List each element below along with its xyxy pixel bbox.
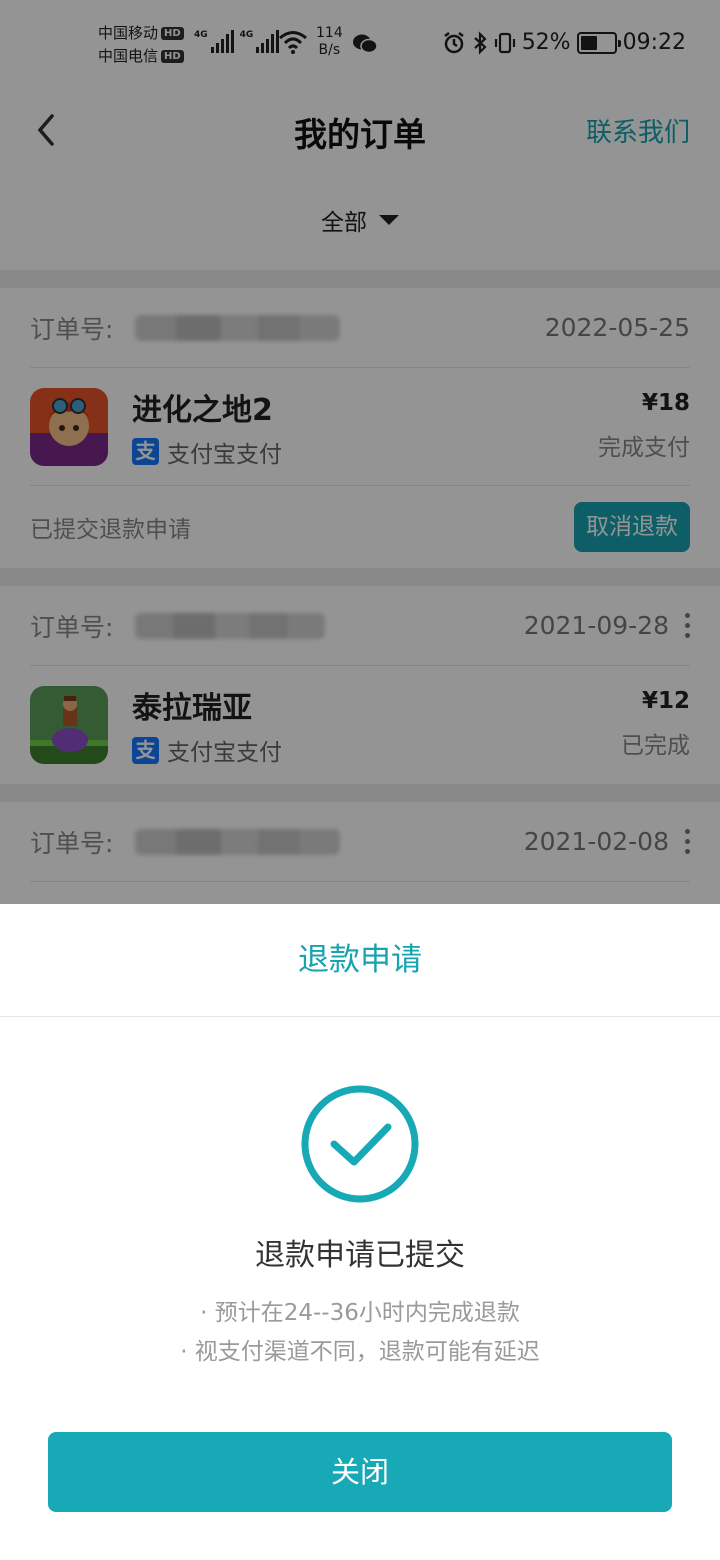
modal-backdrop[interactable]	[0, 0, 720, 904]
note-timing: · 预计在24--36小时内完成退款	[200, 1300, 520, 1326]
note-delay: · 视支付渠道不同，退款可能有延迟	[180, 1339, 540, 1365]
refund-notes: · 预计在24--36小时内完成退款 · 视支付渠道不同，退款可能有延迟	[0, 1294, 720, 1372]
close-button[interactable]: 关闭	[48, 1432, 672, 1512]
refund-dialog: 退款申请 退款申请已提交 · 预计在24--36小时内完成退款 · 视支付渠道不…	[0, 904, 720, 1560]
success-check-icon	[301, 1085, 419, 1203]
dialog-title: 退款申请	[0, 904, 720, 1017]
success-message: 退款申请已提交	[255, 1238, 465, 1273]
